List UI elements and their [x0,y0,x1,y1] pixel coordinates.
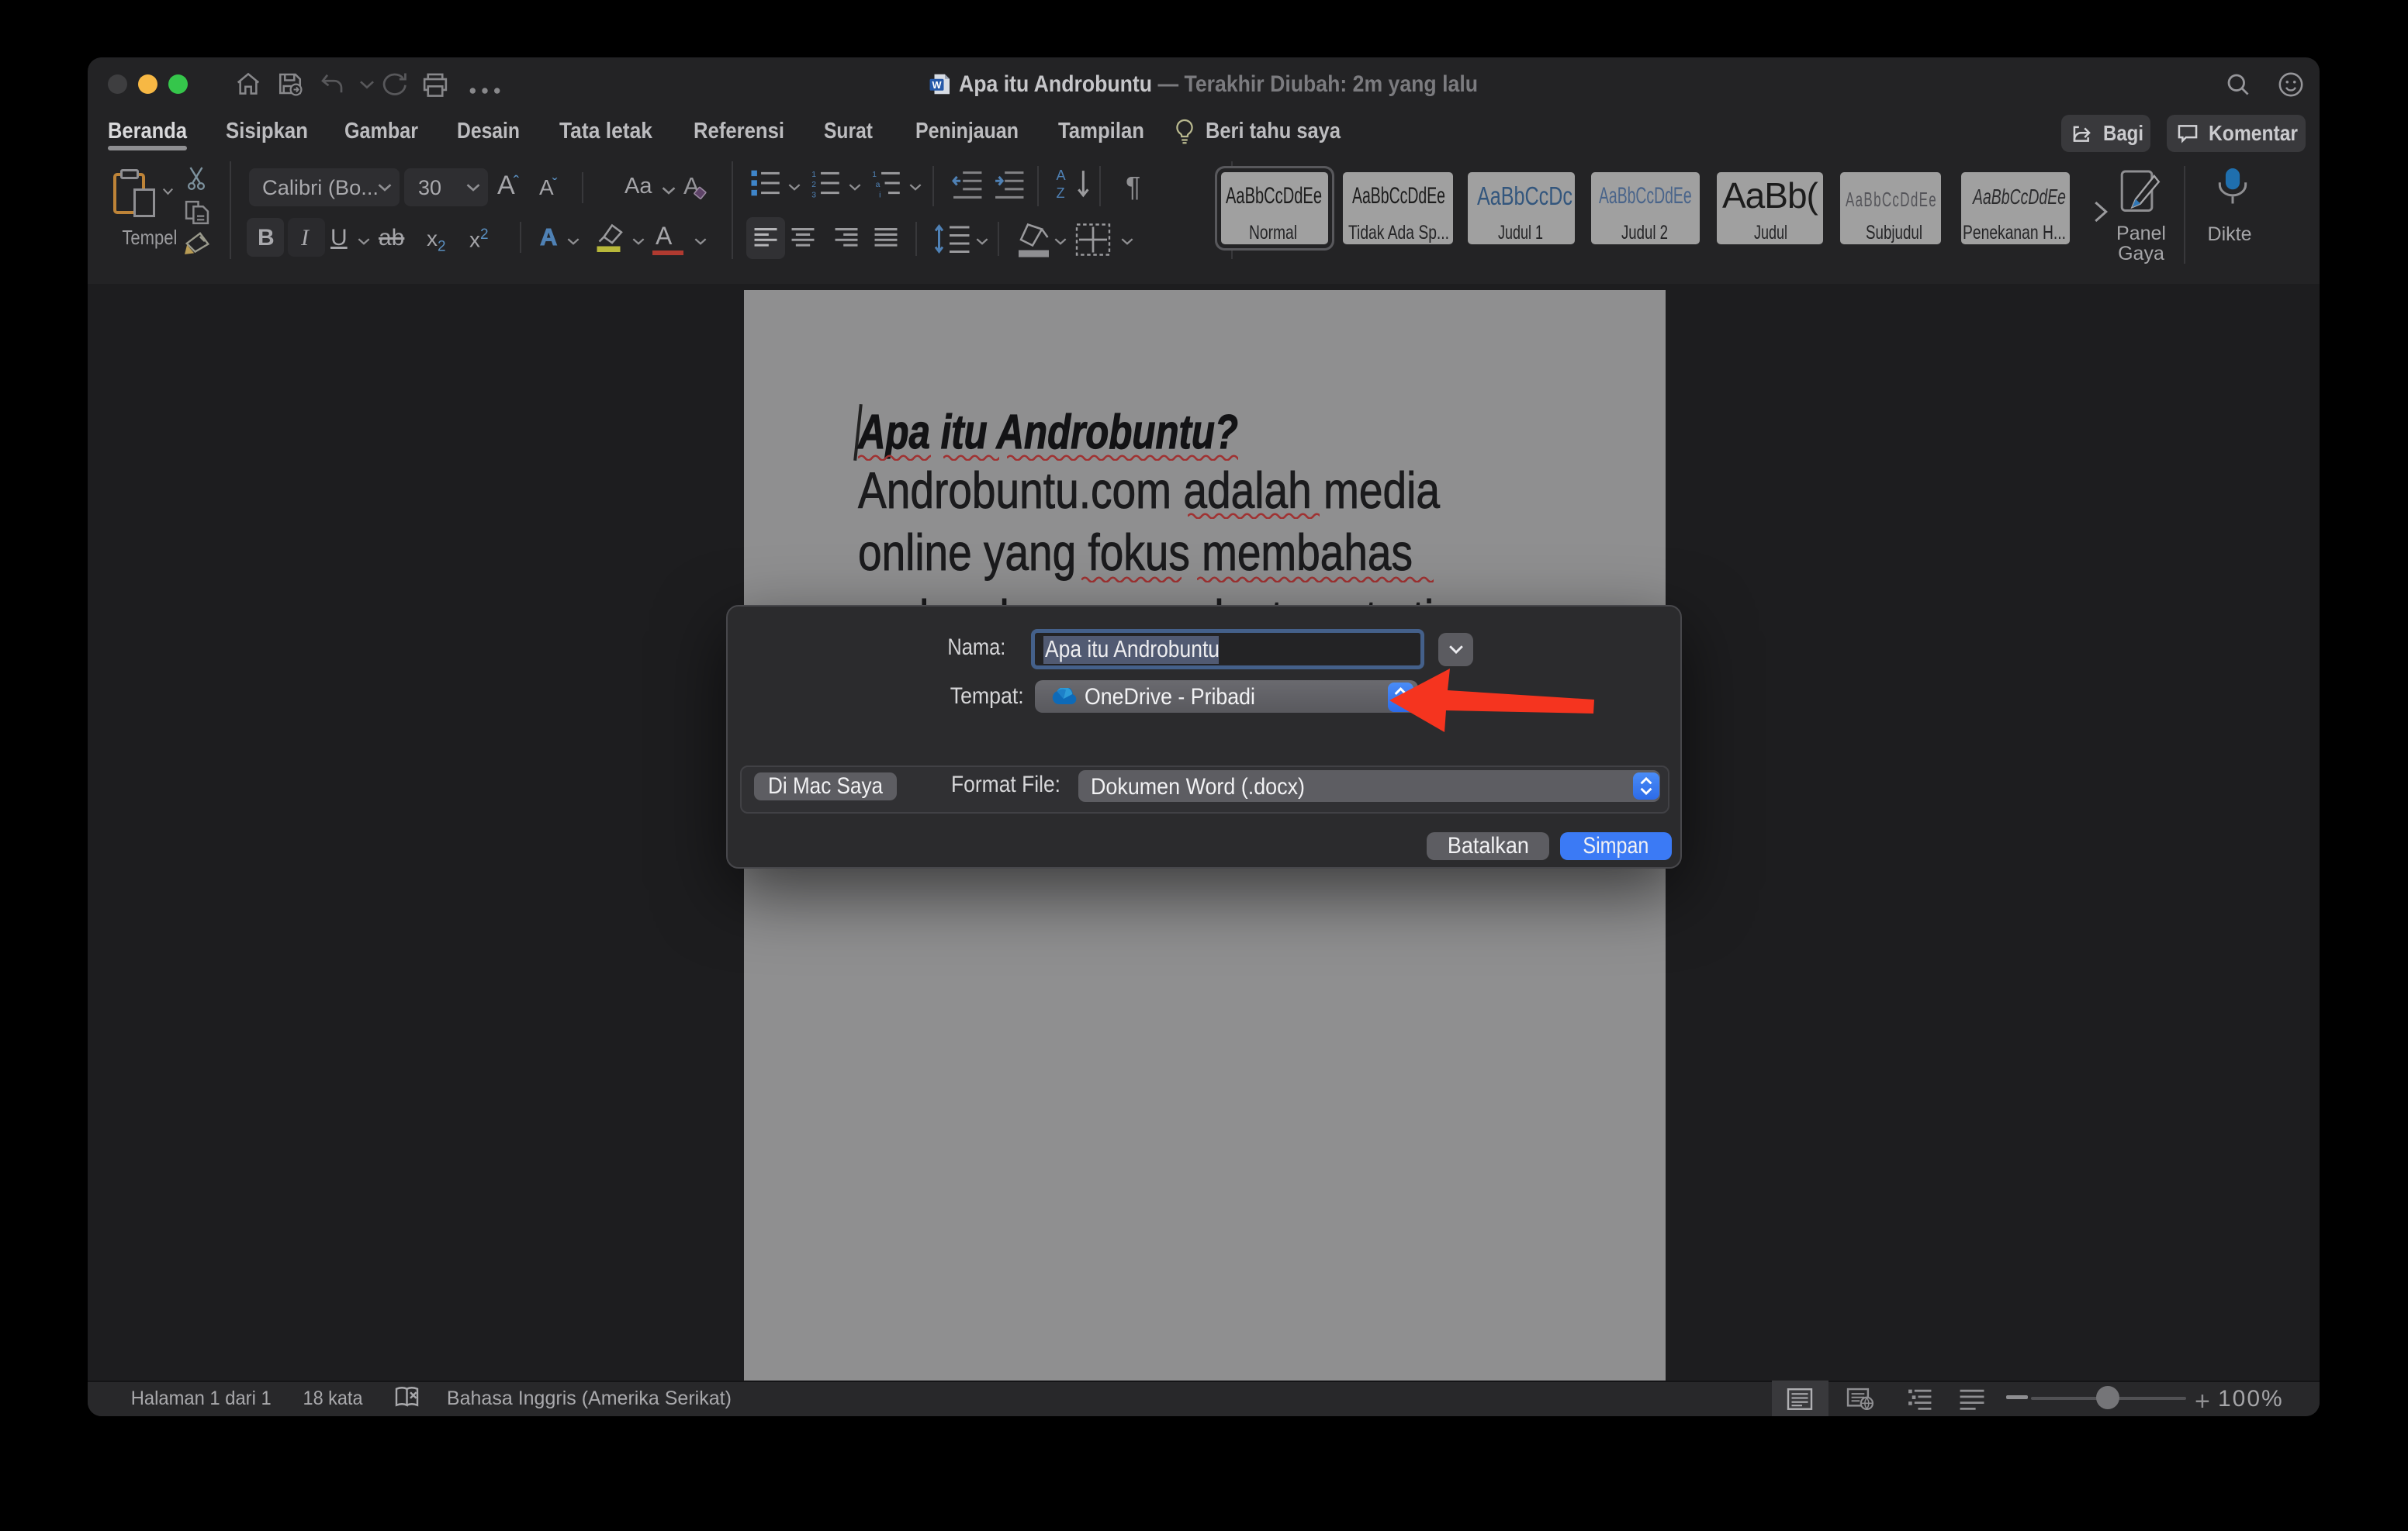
svg-text:1: 1 [872,171,877,179]
svg-text:2: 2 [811,181,816,189]
svg-text:1: 1 [811,171,816,179]
svg-text:W: W [932,79,942,91]
svg-text:A: A [1057,168,1067,183]
svg-text:3: 3 [811,192,816,199]
svg-text:i: i [879,192,881,199]
svg-text:Z: Z [1057,185,1065,200]
svg-text:a: a [876,181,881,189]
